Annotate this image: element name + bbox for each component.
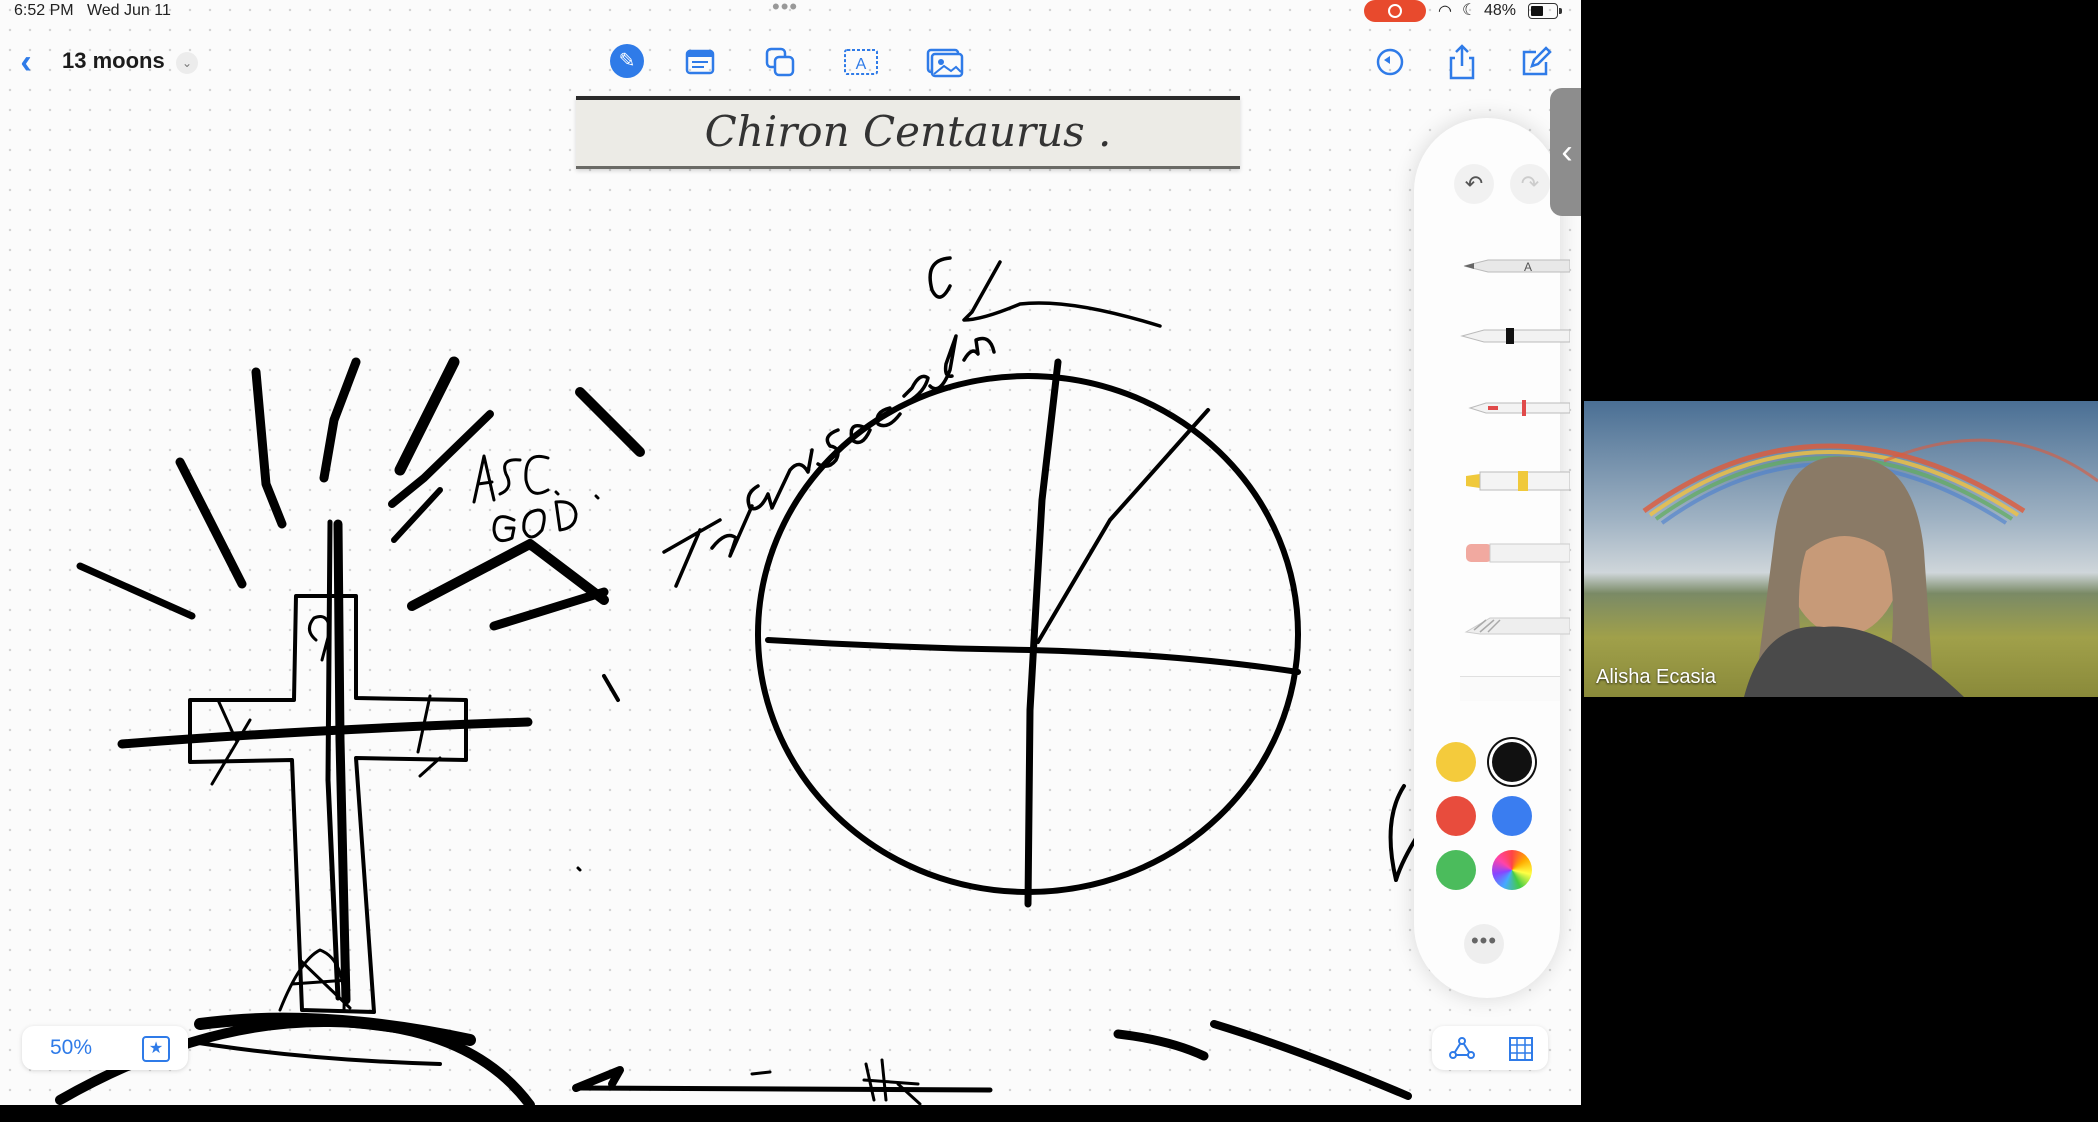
color-swatch-red[interactable] (1436, 796, 1476, 836)
color-swatch-black[interactable] (1492, 742, 1532, 782)
tool-palette: ↶ ↷ A ••• (1414, 118, 1570, 998)
color-swatch-yellow[interactable] (1436, 742, 1476, 782)
participant-name: Alisha Ecasia (1596, 666, 1717, 688)
zoom-level[interactable]: 50% (50, 1036, 92, 1060)
canvas-tools (1432, 1026, 1548, 1070)
color-swatch-green[interactable] (1436, 850, 1476, 890)
monoline-pen-tool[interactable]: A (1460, 254, 1570, 278)
pattern-tool[interactable] (1460, 612, 1570, 638)
chevron-left-icon[interactable]: ‹ (1550, 88, 1581, 216)
more-options-icon[interactable]: ••• (1464, 924, 1504, 964)
undo-icon[interactable]: ↶ (1454, 164, 1494, 204)
grid-icon[interactable] (1508, 1036, 1534, 1062)
favorite-star-icon[interactable]: ★ (142, 1036, 170, 1062)
ipad-screen: 6:52 PM Wed Jun 11 ••• ◠ ☾ 48% ‹ 13 moon… (0, 0, 1581, 1105)
eraser-tool[interactable] (1460, 540, 1570, 566)
highlighter-tool[interactable] (1460, 468, 1570, 494)
zoom-control[interactable]: 50% ★ (22, 1026, 188, 1070)
redo-icon[interactable]: ↷ (1510, 164, 1550, 204)
red-pen-tool[interactable] (1460, 396, 1570, 420)
ink-drawing[interactable] (0, 0, 1581, 1105)
tool-slot-empty[interactable] (1460, 676, 1560, 701)
participant-video (1642, 438, 2098, 697)
fountain-pen-tool[interactable] (1460, 324, 1570, 348)
color-picker-icon[interactable] (1492, 850, 1532, 890)
video-call-tile[interactable]: Alisha Ecasia (1584, 401, 2098, 697)
color-swatch-blue[interactable] (1492, 796, 1532, 836)
svg-text:A: A (1524, 260, 1532, 274)
connectors-icon[interactable] (1448, 1036, 1476, 1060)
